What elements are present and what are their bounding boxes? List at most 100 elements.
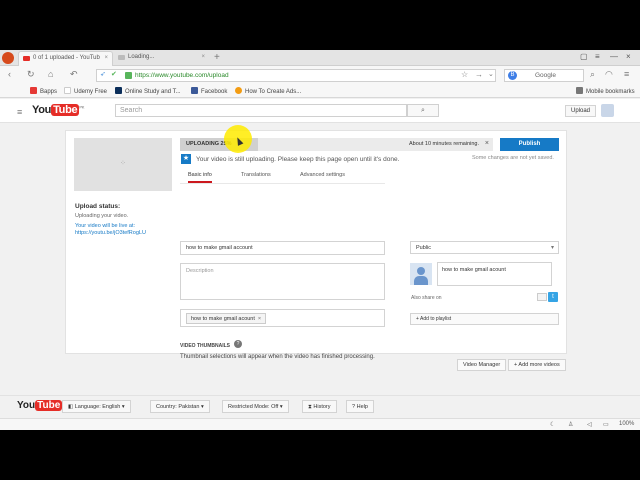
language-icon: ◧ (68, 404, 75, 410)
remove-tag-icon[interactable]: × (258, 316, 261, 322)
wifi-icon[interactable]: ◠ (605, 69, 613, 80)
bookmarks-bar: Bapps Udemy Free Online Study and T... F… (0, 84, 640, 98)
screen-icon[interactable]: ▭ (603, 421, 609, 428)
new-tab-icon[interactable]: + (214, 52, 220, 63)
address-bar[interactable]: ➶ ✔ https://www.youtube.com/upload ☆ → ⌄ (96, 69, 496, 82)
url-text[interactable]: https://www.youtube.com/upload (135, 72, 229, 79)
youtube-logo[interactable]: You Tube PK (32, 104, 84, 116)
minimize-icon[interactable]: — (610, 52, 618, 61)
twitter-toggle[interactable] (537, 293, 547, 301)
reload-icon[interactable]: ↻ (27, 69, 35, 80)
time-remaining: About 10 minutes remaining. (408, 141, 479, 147)
forward-icon[interactable]: → (475, 70, 483, 79)
undo-icon[interactable]: ↶ (70, 69, 78, 80)
tab-upload[interactable]: 0 of 1 uploaded - YouTub × (18, 51, 113, 66)
lock-icon (125, 72, 132, 79)
title-value: how to make gmail account (186, 245, 253, 251)
search-icon[interactable]: ⌕ (590, 69, 595, 80)
search-engine-box[interactable]: B Google (504, 69, 584, 82)
home-icon[interactable]: ⌂ (48, 69, 53, 79)
search-placeholder: Search (120, 107, 143, 114)
youtube-favicon-icon (23, 56, 30, 61)
title-field[interactable]: how to make gmail account (180, 241, 385, 255)
bookmark-facebook[interactable]: Facebook (191, 87, 227, 95)
page-icon (64, 87, 71, 94)
rocket-icon[interactable]: ➶ (100, 70, 106, 78)
add-more-videos-button[interactable]: + Add more videos (508, 359, 566, 371)
menu-icon[interactable]: ≡ (595, 52, 600, 61)
sound-icon[interactable]: ◁ (587, 421, 592, 428)
bapps-icon (30, 87, 37, 94)
zoom-level[interactable]: 100% (619, 421, 634, 427)
share-message: how to make gmail acount (442, 267, 506, 273)
back-icon[interactable]: ‹ (8, 69, 11, 79)
privacy-value: Public (416, 245, 431, 251)
uploading-notice: Your video is still uploading. Please ke… (196, 156, 400, 163)
bookmark-create-ads[interactable]: How To Create Ads... (235, 87, 301, 95)
mobile-bookmarks[interactable]: Mobile bookmarks (576, 87, 635, 95)
cancel-upload-icon[interactable]: × (485, 140, 489, 147)
share-message-input[interactable]: how to make gmail acount (437, 262, 552, 286)
help-icon[interactable]: ? (234, 340, 242, 348)
publish-button[interactable]: Publish (500, 138, 559, 151)
history-button[interactable]: ⧗ History (302, 400, 337, 413)
privacy-select[interactable]: Public ▾ (410, 241, 559, 254)
tab-advanced-settings[interactable]: Advanced settings (300, 172, 345, 178)
close-tab-icon[interactable]: × (201, 54, 205, 60)
share-box: how to make gmail acount (410, 262, 559, 288)
video-manager-button[interactable]: Video Manager (457, 359, 507, 371)
close-tab-icon[interactable]: × (104, 55, 108, 61)
shield-icon: ✔ (111, 71, 117, 78)
tab-label: Loading... (128, 54, 155, 60)
live-at-label: Your video will be live at: (75, 223, 136, 229)
bookmark-online-study[interactable]: Online Study and T... (115, 87, 181, 95)
help-button[interactable]: ? Help (346, 400, 374, 413)
upload-status-text: Uploading your video. (75, 213, 129, 219)
tab-translations[interactable]: Translations (241, 172, 271, 178)
search-engine-label: Google (535, 72, 556, 79)
bookmark-udemy[interactable]: Udemy Free (64, 87, 107, 95)
description-field[interactable]: Description (180, 263, 385, 300)
video-link[interactable]: https://youtu.be/jO3tefRogLU (75, 230, 146, 236)
also-share-label: Also share on (411, 295, 442, 301)
bookmark-bapps[interactable]: Bapps (30, 87, 57, 95)
restore-icon[interactable]: ▢ (580, 52, 588, 61)
tab-loading[interactable]: Loading... × (114, 51, 209, 66)
restricted-mode-button[interactable]: Restricted Mode: Off ▾ (222, 400, 289, 413)
video-thumbnail: ⁘ (74, 138, 172, 191)
star-icon[interactable]: ☆ (461, 70, 468, 79)
blogger-icon (235, 87, 242, 94)
dropdown-icon[interactable]: ⌄ (488, 70, 494, 78)
youtube-footer-logo[interactable]: You Tube (17, 400, 63, 411)
youtube-search-input[interactable]: Search (115, 104, 407, 117)
menu-icon[interactable]: ≡ (624, 69, 629, 79)
upload-button[interactable]: Upload (565, 105, 597, 117)
avatar (410, 263, 432, 285)
folder-icon (576, 87, 583, 94)
facebook-icon (191, 87, 198, 94)
tags-field[interactable]: how to make gmail acount × (180, 309, 385, 327)
browser-logo-icon[interactable] (2, 52, 14, 64)
page-favicon-icon (118, 55, 125, 60)
youtube-header: ≡ You Tube PK Search ⌕ Upload (0, 99, 640, 123)
navigation-bar: ‹ ↻ ⌂ ↶ ➶ ✔ https://www.youtube.com/uplo… (0, 66, 640, 84)
search-button[interactable]: ⌕ (407, 104, 439, 117)
tab-basic-info[interactable]: Basic info (188, 172, 212, 183)
country-button[interactable]: Country: Pakistan ▾ (150, 400, 210, 413)
close-window-icon[interactable]: × (626, 52, 631, 61)
add-to-playlist-button[interactable]: + Add to playlist (410, 313, 559, 325)
avatar[interactable] (601, 104, 614, 117)
guide-menu-icon[interactable]: ≡ (17, 107, 22, 117)
twitter-icon[interactable]: t (548, 292, 558, 302)
status-bar: ☾ ♙ ◁ ▭ 100% (0, 418, 640, 430)
pin-icon[interactable]: ♙ (568, 421, 573, 428)
site-icon (115, 87, 122, 94)
thumbnails-message: Thumbnail selections will appear when th… (180, 354, 375, 360)
browser-window: 0 of 1 uploaded - YouTub × Loading... × … (0, 50, 640, 430)
tab-label: 0 of 1 uploaded - YouTub (33, 55, 100, 61)
night-mode-icon[interactable]: ☾ (550, 421, 555, 428)
search-icon: ⌕ (421, 107, 425, 114)
star-icon: ★ (181, 154, 191, 164)
language-button[interactable]: ◧ Language: English ▾ (62, 400, 131, 413)
loading-spinner-icon: ⁘ (120, 160, 126, 167)
